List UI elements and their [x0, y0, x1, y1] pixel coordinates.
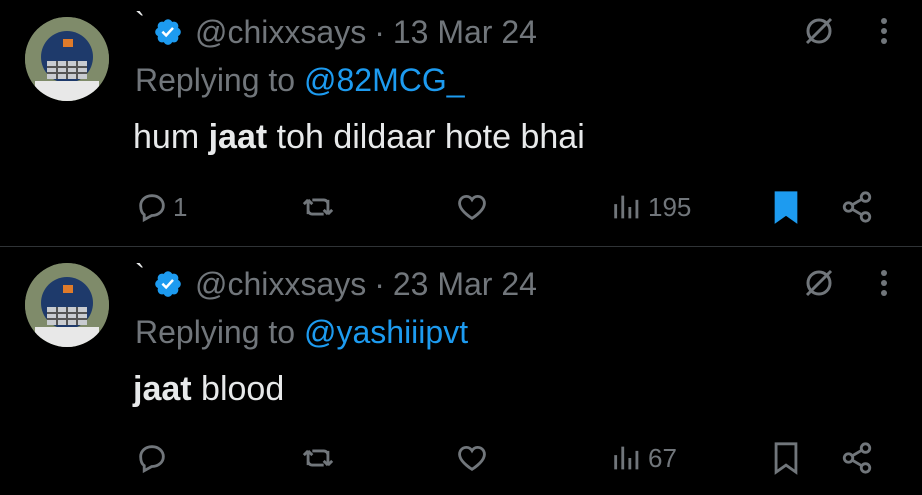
display-name[interactable]: ` [135, 7, 145, 41]
share-icon [842, 442, 872, 474]
separator-dot: · [374, 265, 385, 302]
header-icons [802, 14, 888, 48]
separator-dot: · [374, 13, 385, 50]
views-count: 67 [648, 442, 677, 473]
replying-to-label: Replying to [135, 314, 304, 350]
tweet-text-after: toh dildaar hote bhai [267, 118, 585, 156]
tweet-text-bold: jaat [133, 370, 192, 408]
tweet-text-before: hum [133, 118, 209, 156]
bookmark-button[interactable] [771, 438, 801, 478]
verified-badge-icon [155, 271, 181, 297]
bookmark-icon [774, 442, 798, 475]
replying-to-label: Replying to [135, 62, 304, 98]
reply-button[interactable]: 1 [135, 187, 187, 227]
tweet-text: hum jaat toh dildaar hote bhai [133, 118, 585, 157]
views-count: 195 [648, 191, 692, 222]
retweet-button[interactable] [300, 438, 340, 478]
handle[interactable]: @chixxsays [195, 266, 366, 303]
replying-to: Replying to @82MCG_ [135, 62, 465, 99]
tweet-header: ` @chixxsays · 23 Mar 24 [135, 259, 537, 304]
avatar[interactable] [25, 263, 109, 347]
tweet-header: ` @chixxsays · 13 Mar 24 [135, 7, 537, 52]
verified-badge-icon [155, 19, 181, 45]
share-button[interactable] [840, 438, 874, 478]
reply-icon [139, 445, 165, 474]
like-button[interactable] [455, 187, 493, 227]
more-icon[interactable] [880, 269, 888, 297]
replying-to-link[interactable]: @yashiiipvt [304, 314, 468, 350]
reply-button[interactable] [135, 438, 173, 478]
retweet-icon [302, 198, 334, 216]
grok-icon[interactable] [802, 266, 836, 300]
avatar[interactable] [25, 17, 109, 101]
tweet-date[interactable]: 13 Mar 24 [393, 14, 537, 51]
tweet-1[interactable]: ` @chixxsays · 13 Mar 24 Replying to @82… [0, 0, 922, 247]
display-name[interactable]: ` [135, 259, 145, 293]
tweet-2[interactable]: ` @chixxsays · 23 Mar 24 Replying to @ya… [0, 248, 922, 495]
action-bar: 67 [135, 438, 880, 478]
action-bar: 1 195 [135, 187, 880, 227]
bookmark-icon [774, 191, 798, 224]
grok-icon[interactable] [802, 14, 836, 48]
like-icon [458, 445, 486, 471]
views-icon [614, 195, 639, 219]
views-icon [614, 446, 639, 470]
like-button[interactable] [455, 438, 493, 478]
share-icon [842, 191, 872, 223]
retweet-button[interactable] [300, 187, 340, 227]
reply-count: 1 [173, 191, 188, 222]
more-icon[interactable] [880, 17, 888, 45]
tweet-text-after: blood [191, 370, 285, 408]
share-button[interactable] [840, 187, 874, 227]
replying-to-link[interactable]: @82MCG_ [304, 62, 465, 98]
tweet-text: jaat blood [133, 370, 284, 409]
reply-icon [139, 194, 165, 223]
like-icon [458, 194, 486, 220]
divider [0, 246, 922, 247]
tweet-date[interactable]: 23 Mar 24 [393, 266, 537, 303]
views-button[interactable]: 195 [610, 187, 691, 227]
header-icons [802, 266, 888, 300]
replying-to: Replying to @yashiiipvt [135, 314, 468, 351]
views-button[interactable]: 67 [610, 438, 677, 478]
bookmark-button[interactable] [771, 187, 801, 227]
retweet-icon [302, 449, 334, 467]
handle[interactable]: @chixxsays [195, 14, 366, 51]
tweet-text-bold: jaat [208, 118, 268, 156]
